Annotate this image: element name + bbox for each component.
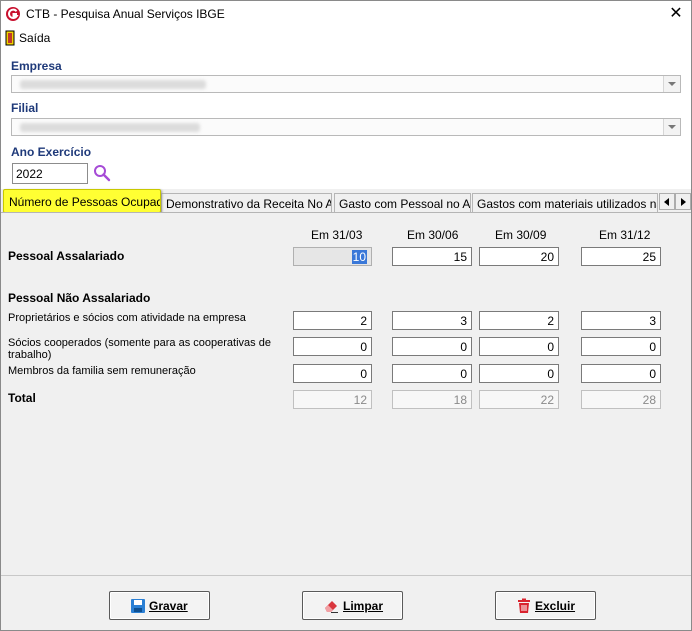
tab-gasto-pessoal[interactable]: Gasto com Pessoal no Ano: [334, 193, 471, 213]
familia-3009-input[interactable]: 0: [479, 364, 559, 383]
row-label-total: Total: [8, 391, 36, 405]
familia-3112-input[interactable]: 0: [581, 364, 661, 383]
tab-panel-pessoas: Em 31/03 Em 30/06 Em 30/09 Em 31/12 Pess…: [1, 212, 691, 575]
assalariado-3009-input[interactable]: 20: [479, 247, 559, 266]
chevron-down-icon[interactable]: [663, 119, 680, 135]
column-header-3103: Em 31/03: [311, 228, 363, 242]
familia-3006-input[interactable]: 0: [392, 364, 472, 383]
cooperados-3009-input[interactable]: 0: [479, 337, 559, 356]
row-label-proprietarios: Proprietários e sócios com atividade na …: [8, 312, 246, 324]
selected-value: 10: [351, 250, 367, 264]
excluir-label: Excluir: [535, 599, 576, 613]
limpar-label: Limpar: [343, 599, 384, 613]
excluir-button[interactable]: Excluir: [495, 591, 596, 620]
tab-numero-pessoas[interactable]: Número de Pessoas Ocupadas: [3, 189, 161, 213]
assalariado-3103-input[interactable]: 10: [293, 247, 372, 266]
chevron-down-icon[interactable]: [663, 76, 680, 92]
empresa-value-redacted: [20, 80, 206, 89]
cooperados-3112-input[interactable]: 0: [581, 337, 661, 356]
tab-strip: Demonstrativo da Receita No Ano Gasto co…: [1, 189, 691, 213]
empresa-select[interactable]: [11, 75, 681, 93]
gravar-label: Gravar: [149, 599, 188, 613]
assalariado-3112-input[interactable]: 25: [581, 247, 661, 266]
ano-exercicio-input[interactable]: 2022: [12, 163, 88, 184]
proprietarios-3009-input[interactable]: 2: [479, 311, 559, 330]
column-header-3009: Em 30/09: [495, 228, 547, 242]
tab-demonstrativo-receita[interactable]: Demonstrativo da Receita No Ano: [161, 193, 332, 213]
total-3009-value: 22: [479, 390, 559, 409]
chevron-right-icon: [681, 198, 686, 206]
close-button[interactable]: ✕: [661, 1, 691, 27]
limpar-button[interactable]: Limpar: [302, 591, 403, 620]
tab-scroll-right-button[interactable]: [675, 193, 691, 210]
exit-door-icon[interactable]: [5, 30, 15, 46]
row-label-familia: Membros da familia sem remuneração: [8, 365, 196, 377]
proprietarios-3112-input[interactable]: 3: [581, 311, 661, 330]
row-label-assalariado: Pessoal Assalariado: [8, 249, 125, 263]
total-3006-value: 18: [392, 390, 472, 409]
trash-icon: [518, 598, 530, 613]
menu-item-saida[interactable]: Saída: [19, 31, 50, 45]
save-disk-icon: [131, 599, 145, 613]
chevron-left-icon: [664, 198, 669, 206]
familia-3103-input[interactable]: 0: [293, 364, 372, 383]
app-logo-icon: [6, 7, 20, 21]
search-icon[interactable]: [93, 164, 111, 182]
total-3112-value: 28: [581, 390, 661, 409]
tab-scroll-left-button[interactable]: [659, 193, 675, 210]
filial-select[interactable]: [11, 118, 681, 136]
empresa-label: Empresa: [11, 59, 62, 73]
column-header-3006: Em 30/06: [407, 228, 459, 242]
column-header-3112: Em 31/12: [599, 228, 651, 242]
section-label-nao-assalariado: Pessoal Não Assalariado: [8, 291, 151, 305]
title-bar: CTB - Pesquisa Anual Serviços IBGE ✕: [1, 1, 691, 27]
ano-exercicio-label: Ano Exercício: [11, 145, 92, 159]
filial-value-redacted: [20, 123, 200, 132]
app-window: CTB - Pesquisa Anual Serviços IBGE ✕ Saí…: [0, 0, 692, 631]
action-bar: Gravar Limpar Excluir: [1, 575, 691, 630]
proprietarios-3103-input[interactable]: 2: [293, 311, 372, 330]
cooperados-3103-input[interactable]: 0: [293, 337, 372, 356]
tab-gastos-materiais[interactable]: Gastos com materiais utilizados na pre: [472, 193, 658, 213]
menu-bar: Saída: [1, 27, 691, 49]
cooperados-3006-input[interactable]: 0: [392, 337, 472, 356]
gravar-button[interactable]: Gravar: [109, 591, 210, 620]
assalariado-3006-input[interactable]: 15: [392, 247, 472, 266]
row-label-cooperados: Sócios cooperados (somente para as coope…: [8, 337, 271, 361]
filial-label: Filial: [11, 101, 39, 115]
eraser-icon: [325, 601, 338, 613]
total-3103-value: 12: [293, 390, 372, 409]
proprietarios-3006-input[interactable]: 3: [392, 311, 472, 330]
window-title: CTB - Pesquisa Anual Serviços IBGE: [26, 7, 225, 21]
